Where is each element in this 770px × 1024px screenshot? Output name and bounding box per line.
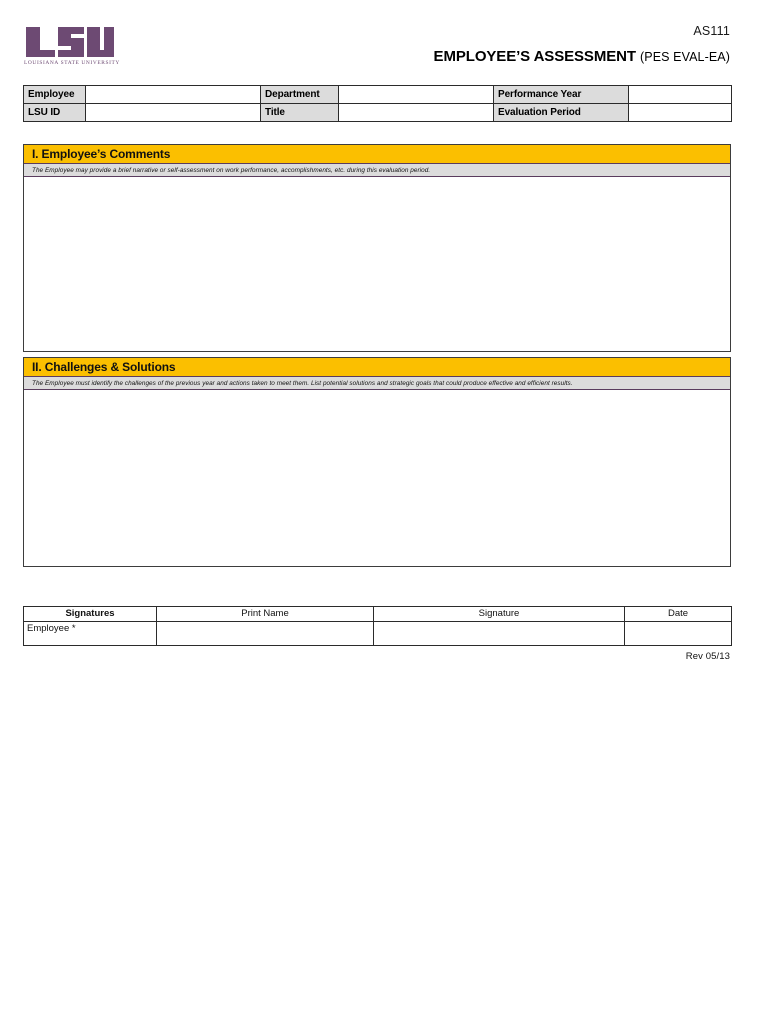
field-lsu-id[interactable] <box>85 103 261 122</box>
col-header-print-name: Print Name <box>156 606 374 622</box>
page-title: EMPLOYEE’S ASSESSMENT (PES EVAL-EA) <box>434 48 730 65</box>
label-evaluation-period: Evaluation Period <box>493 103 629 122</box>
page-title-subtitle: (PES EVAL-EA) <box>640 50 730 64</box>
table-row: LSU ID Title Evaluation Period <box>23 103 732 122</box>
document-page: Louisiana State University AS111 EMPLOYE… <box>0 0 770 1024</box>
field-employee-signature[interactable] <box>373 621 625 646</box>
label-lsu-id: LSU ID <box>23 103 86 122</box>
field-employee[interactable] <box>85 85 261 104</box>
label-department: Department <box>260 85 339 104</box>
col-header-signature: Signature <box>373 606 625 622</box>
label-employee: Employee <box>23 85 86 104</box>
section-challenges-solutions: II. Challenges & Solutions The Employee … <box>23 357 731 567</box>
table-row: Employee Department Performance Year <box>23 85 732 104</box>
field-performance-year[interactable] <box>628 85 732 104</box>
employee-info-table: Employee Department Performance Year LSU… <box>23 85 732 122</box>
label-performance-year: Performance Year <box>493 85 629 104</box>
section-2-textarea[interactable] <box>24 390 730 566</box>
lsu-logo: Louisiana State University <box>24 26 164 66</box>
revision-note: Rev 05/13 <box>685 651 730 662</box>
document-header: Louisiana State University AS111 EMPLOYE… <box>0 0 770 80</box>
col-header-signatures: Signatures <box>23 606 157 622</box>
label-title: Title <box>260 103 339 122</box>
signature-header-row: Signatures Print Name Signature Date <box>23 606 732 622</box>
lsu-wordmark-icon <box>26 27 114 57</box>
field-title[interactable] <box>338 103 494 122</box>
lsu-tagline: Louisiana State University <box>24 60 120 66</box>
table-row: Employee * <box>23 621 732 646</box>
field-employee-date[interactable] <box>624 621 732 646</box>
section-1-textarea[interactable] <box>24 177 730 351</box>
page-title-main: EMPLOYEE’S ASSESSMENT <box>433 48 636 65</box>
signature-role-employee: Employee * <box>23 621 157 646</box>
field-department[interactable] <box>338 85 494 104</box>
field-employee-print-name[interactable] <box>156 621 374 646</box>
section-employees-comments: I. Employee’s Comments The Employee may … <box>23 144 731 352</box>
field-evaluation-period[interactable] <box>628 103 732 122</box>
section-1-heading: I. Employee’s Comments <box>24 145 730 164</box>
section-2-instruction: The Employee must identify the challenge… <box>24 377 730 390</box>
section-1-instruction: The Employee may provide a brief narrati… <box>24 164 730 177</box>
col-header-date: Date <box>624 606 732 622</box>
section-2-heading: II. Challenges & Solutions <box>24 358 730 377</box>
signature-table: Signatures Print Name Signature Date Emp… <box>23 606 732 646</box>
form-code: AS111 <box>693 24 730 38</box>
